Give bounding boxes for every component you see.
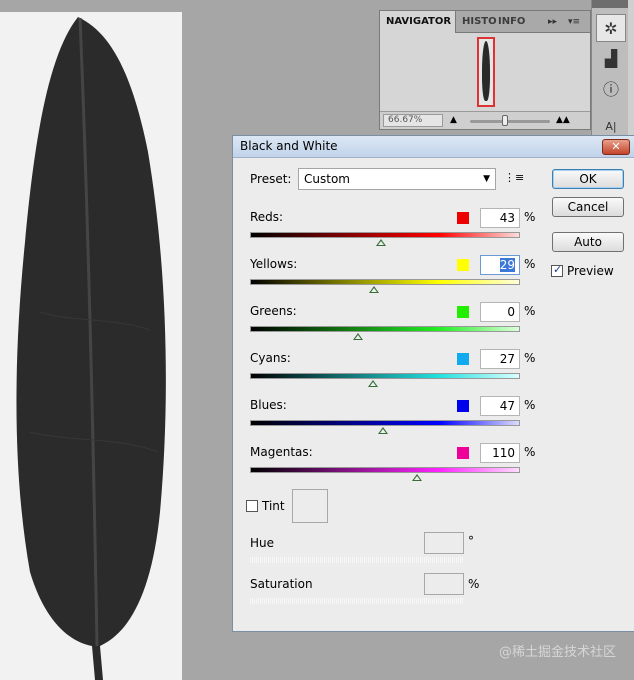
watermark: @稀土掘金技术社区 <box>498 645 616 660</box>
zoom-slider-handle[interactable] <box>502 115 508 126</box>
color-swatch <box>457 400 469 412</box>
chevron-down-icon: ▼ <box>483 174 490 184</box>
panel-menu-icon[interactable]: ▾≡ <box>568 11 580 33</box>
tint-label: Tint <box>262 499 285 513</box>
percent-unit: % <box>524 445 536 459</box>
slider-handle[interactable] <box>368 380 378 387</box>
slider-handle[interactable] <box>378 427 388 434</box>
slider-handle[interactable] <box>376 239 386 246</box>
navigator-icon[interactable]: ✲ <box>596 14 626 42</box>
panel-collapse-icon[interactable]: ▸▸ <box>548 11 557 33</box>
ok-button[interactable]: OK <box>552 169 624 189</box>
slider-handle[interactable] <box>412 474 422 481</box>
percent-unit: % <box>524 304 536 318</box>
zoom-field[interactable]: 66.67% <box>383 114 443 127</box>
slider-track[interactable] <box>250 279 520 285</box>
slider-track[interactable] <box>250 326 520 332</box>
slider-greens: Greens: 0 % <box>250 302 620 348</box>
navigator-panel: NAVIGATOR HISTO INFO ▸▸ ▾≡ 66.67% ▲ ▲▲ <box>379 10 591 130</box>
slider-track[interactable] <box>250 373 520 379</box>
color-swatch <box>457 259 469 271</box>
slider-yellows: Yellows: 29 % <box>250 255 620 301</box>
hue-slider[interactable] <box>250 557 464 563</box>
value-input[interactable]: 0 <box>480 302 520 322</box>
percent-unit: % <box>524 257 536 271</box>
color-swatch <box>457 212 469 224</box>
slider-label: Magentas: <box>250 445 313 459</box>
slider-handle[interactable] <box>369 286 379 293</box>
dialog-title: Black and White <box>240 139 338 153</box>
hue-label: Hue <box>250 536 275 550</box>
navigator-thumbnail <box>482 41 490 101</box>
slider-track[interactable] <box>250 467 520 473</box>
navigator-zoom-bar: 66.67% ▲ ▲▲ <box>380 111 590 129</box>
value-input[interactable]: 47 <box>480 396 520 416</box>
preset-dropdown[interactable]: Custom ▼ <box>298 168 496 190</box>
percent-unit: % <box>468 577 480 591</box>
slider-label: Reds: <box>250 210 284 224</box>
slider-label: Blues: <box>250 398 287 412</box>
saturation-slider[interactable] <box>250 598 464 604</box>
value-input[interactable]: 27 <box>480 349 520 369</box>
preset-label: Preset: <box>250 172 292 186</box>
color-swatch <box>457 306 469 318</box>
percent-unit: % <box>524 351 536 365</box>
document-canvas[interactable] <box>0 12 182 680</box>
panel-dock: ✲ ▟ ⓘ A| <box>591 0 634 140</box>
color-swatch <box>457 447 469 459</box>
slider-handle[interactable] <box>353 333 363 340</box>
percent-unit: % <box>524 398 536 412</box>
info-icon[interactable]: ⓘ <box>596 74 626 102</box>
preset-options-icon[interactable]: ⋮≡ <box>504 172 524 184</box>
degree-unit: ° <box>468 534 474 548</box>
color-swatch <box>457 353 469 365</box>
tint-option[interactable]: Tint <box>246 499 285 513</box>
slider-magentas: Magentas: 110 % <box>250 443 620 489</box>
close-button[interactable]: ✕ <box>602 139 630 155</box>
tab-histogram[interactable]: HISTO <box>456 11 497 33</box>
tab-navigator[interactable]: NAVIGATOR <box>380 11 456 33</box>
slider-label: Cyans: <box>250 351 291 365</box>
hue-input[interactable] <box>424 532 464 554</box>
histogram-icon[interactable]: ▟ <box>596 44 626 72</box>
preset-value: Custom <box>304 172 350 186</box>
value-input[interactable]: 110 <box>480 443 520 463</box>
zoom-in-icon[interactable]: ▲▲ <box>556 115 570 125</box>
tint-color-swatch[interactable] <box>292 489 328 523</box>
dock-edge <box>628 0 634 140</box>
slider-blues: Blues: 47 % <box>250 396 620 442</box>
saturation-label: Saturation <box>250 577 313 591</box>
tab-info[interactable]: INFO <box>492 11 532 33</box>
value-input[interactable]: 43 <box>480 208 520 228</box>
dialog-titlebar[interactable]: Black and White ✕ <box>233 136 634 158</box>
slider-track[interactable] <box>250 420 520 426</box>
navigator-view-box[interactable] <box>477 37 495 107</box>
zoom-slider-track[interactable] <box>470 120 550 123</box>
saturation-input[interactable] <box>424 573 464 595</box>
slider-reds: Reds: 43 % <box>250 208 620 254</box>
value-input[interactable]: 29 <box>480 255 520 275</box>
leaf-image <box>16 17 166 680</box>
slider-label: Greens: <box>250 304 297 318</box>
slider-track[interactable] <box>250 232 520 238</box>
slider-label: Yellows: <box>250 257 298 271</box>
panel-tabs: NAVIGATOR HISTO INFO ▸▸ ▾≡ <box>380 11 590 33</box>
tint-checkbox[interactable] <box>246 500 258 512</box>
zoom-out-icon[interactable]: ▲ <box>450 115 457 125</box>
percent-unit: % <box>524 210 536 224</box>
black-and-white-dialog: Black and White ✕ Preset: Custom ▼ ⋮≡ OK… <box>232 135 634 632</box>
slider-cyans: Cyans: 27 % <box>250 349 620 395</box>
